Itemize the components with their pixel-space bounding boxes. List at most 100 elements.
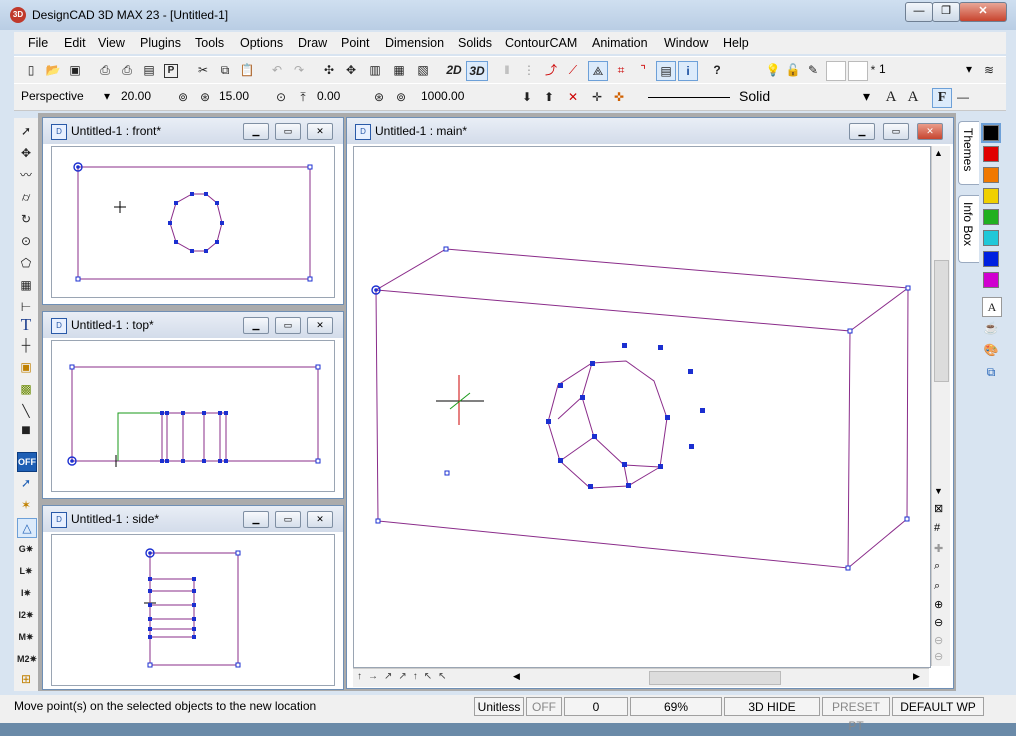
move-up-icon[interactable]: ⬆ <box>540 88 558 106</box>
color-swatch-green[interactable] <box>983 209 999 225</box>
scroll-thumb[interactable] <box>649 671 781 685</box>
elevation-field[interactable]: 0.00 <box>314 87 360 106</box>
maximize-button[interactable]: ▭ <box>275 123 301 140</box>
perspective-icon[interactable]: ⊚ <box>392 88 410 106</box>
minimize-button[interactable]: — <box>905 2 933 22</box>
main-view-canvas[interactable] <box>353 146 931 668</box>
workplane-indicator[interactable]: DEFAULT WP <box>892 697 984 716</box>
print-preview-icon[interactable]: ▤ <box>140 61 158 79</box>
text-size-button[interactable]: A <box>904 88 922 106</box>
units-indicator[interactable]: Unitless <box>474 697 524 716</box>
menu-options[interactable]: Options <box>240 36 283 50</box>
angle-field[interactable]: 15.00 <box>216 87 262 106</box>
scroll-down-icon[interactable]: ▼ <box>934 486 943 496</box>
menu-file[interactable]: File <box>28 36 48 50</box>
zoom-all-icon[interactable]: ⊖ <box>934 650 943 663</box>
open-folder-icon[interactable]: 📂 <box>44 61 62 79</box>
minimize-button[interactable]: ▁ <box>243 317 269 334</box>
minimize-button[interactable]: ▁ <box>849 123 875 140</box>
select-arrow-icon[interactable]: ➚ <box>17 122 35 140</box>
snap-l-icon[interactable]: L✷ <box>17 562 35 580</box>
rotate-y-icon[interactable]: ⊛ <box>196 88 214 106</box>
corner-handle[interactable] <box>315 458 321 464</box>
undo-icon[interactable]: ↶ <box>268 61 286 79</box>
top-view-window[interactable]: D Untitled-1 : top* ▁ ▭ ✕ <box>42 311 344 499</box>
side-view-window[interactable]: D Untitled-1 : side* ▁ ▭ ✕ <box>42 505 344 690</box>
snap-g-icon[interactable]: G✷ <box>17 540 35 558</box>
zoom-window-icon[interactable]: ⊠ <box>934 502 943 515</box>
line-tool-icon[interactable]: ╲ <box>17 402 35 420</box>
scroll-left-icon[interactable]: ◀ <box>513 671 520 682</box>
themes-tab[interactable]: Themes <box>958 121 979 185</box>
corner-handle[interactable] <box>315 364 321 370</box>
layer-stack-icon[interactable]: ▥ <box>366 61 384 79</box>
blocks-icon[interactable]: ⧉ <box>982 363 1000 381</box>
side-view-canvas[interactable] <box>51 534 335 686</box>
snap-m-icon[interactable]: M✷ <box>17 628 35 646</box>
snap-line-icon[interactable]: ⟋ <box>564 61 582 79</box>
cylinder-icon[interactable]: ⌭ <box>17 188 35 206</box>
maximize-button[interactable]: ▭ <box>275 511 301 528</box>
close-button[interactable]: ✕ <box>917 123 943 140</box>
elevation-icon[interactable]: ⤒ <box>294 88 312 106</box>
polyline-icon[interactable]: 〰 <box>17 166 35 184</box>
menu-tools[interactable]: Tools <box>195 36 224 50</box>
light-bulb-icon[interactable]: 💡 <box>764 61 782 79</box>
color-swatch-black[interactable] <box>981 123 1001 143</box>
cut-icon[interactable]: ✂ <box>194 61 212 79</box>
distance-field[interactable]: 20.00 <box>118 87 164 106</box>
color-swatch-icon[interactable] <box>826 61 846 81</box>
main-view-hscroll[interactable]: ↑→↗↗↑↖↖ ◀ ▶ <box>353 668 929 687</box>
grid-icon[interactable]: # <box>934 522 940 534</box>
grid-snap-icon[interactable]: ⊞ <box>17 670 35 688</box>
close-button[interactable]: ✕ <box>307 511 333 528</box>
redo-icon[interactable]: ↷ <box>290 61 308 79</box>
text-style-button[interactable]: A <box>882 88 900 106</box>
menu-edit[interactable]: Edit <box>64 36 86 50</box>
menu-animation[interactable]: Animation <box>592 36 648 50</box>
text-tool-icon[interactable]: T <box>17 316 35 334</box>
pan-icon[interactable]: ✚ <box>934 542 943 555</box>
snap-point-icon[interactable]: ⤴ <box>542 61 560 79</box>
color-swatch-orange[interactable] <box>983 167 999 183</box>
depth-field[interactable]: 1000.00 <box>418 87 488 106</box>
color-swatch-magenta[interactable] <box>983 272 999 288</box>
copy-icon[interactable]: ⧉ <box>216 61 234 79</box>
corner-handle[interactable] <box>235 662 241 668</box>
group-icon[interactable]: ▣ <box>17 358 35 376</box>
rotate-z-icon[interactable]: ⊙ <box>272 88 290 106</box>
minimize-button[interactable]: ▁ <box>243 123 269 140</box>
rotate-x-icon[interactable]: ⊚ <box>174 88 192 106</box>
layer-select[interactable]: 1 ▾ <box>876 60 974 79</box>
font-panel-button[interactable]: A <box>982 297 1002 317</box>
crosshair-icon[interactable]: ┼ <box>17 336 35 354</box>
scroll-right-icon[interactable]: ▶ <box>913 671 920 682</box>
corner-handle[interactable] <box>147 662 153 668</box>
scroll-up-icon[interactable]: ▲ <box>934 148 943 158</box>
delete-point-icon[interactable]: ✕ <box>564 88 582 106</box>
save-icon[interactable]: ▣ <box>66 61 84 79</box>
zoom-previous-icon[interactable]: ⊖ <box>934 634 943 647</box>
polygon-icon[interactable]: ⬠ <box>17 254 35 272</box>
array-icon[interactable]: ▦ <box>17 276 35 294</box>
menu-draw[interactable]: Draw <box>298 36 327 50</box>
box-corner-handles[interactable] <box>375 246 911 571</box>
minus-icon[interactable]: — <box>954 88 972 106</box>
corner-handle[interactable] <box>69 364 75 370</box>
zoom-icon[interactable]: ⌕ <box>934 560 940 573</box>
close-button[interactable]: ✕ <box>307 317 333 334</box>
select-point-icon[interactable]: ✣ <box>320 61 338 79</box>
snap-i2-icon[interactable]: I2✷ <box>17 606 35 624</box>
front-view-canvas[interactable] <box>51 146 335 298</box>
menu-point[interactable]: Point <box>341 36 370 50</box>
move-point-icon[interactable]: ✥ <box>342 61 360 79</box>
line-style-select[interactable]: Solid ▾ <box>736 87 870 106</box>
scroll-thumb[interactable] <box>934 260 949 382</box>
magic-star-icon[interactable]: ✶ <box>17 496 35 514</box>
pen-icon[interactable]: ✎ <box>804 61 822 79</box>
zoom-out-icon[interactable]: ⊖ <box>934 616 943 629</box>
grid-toggle-icon[interactable]: ⋮ <box>520 61 538 79</box>
hide-mode-indicator[interactable]: 3D HIDE <box>724 697 820 716</box>
layer-copy-icon[interactable]: ▧ <box>414 61 432 79</box>
snap-indicator[interactable]: OFF <box>526 697 562 716</box>
